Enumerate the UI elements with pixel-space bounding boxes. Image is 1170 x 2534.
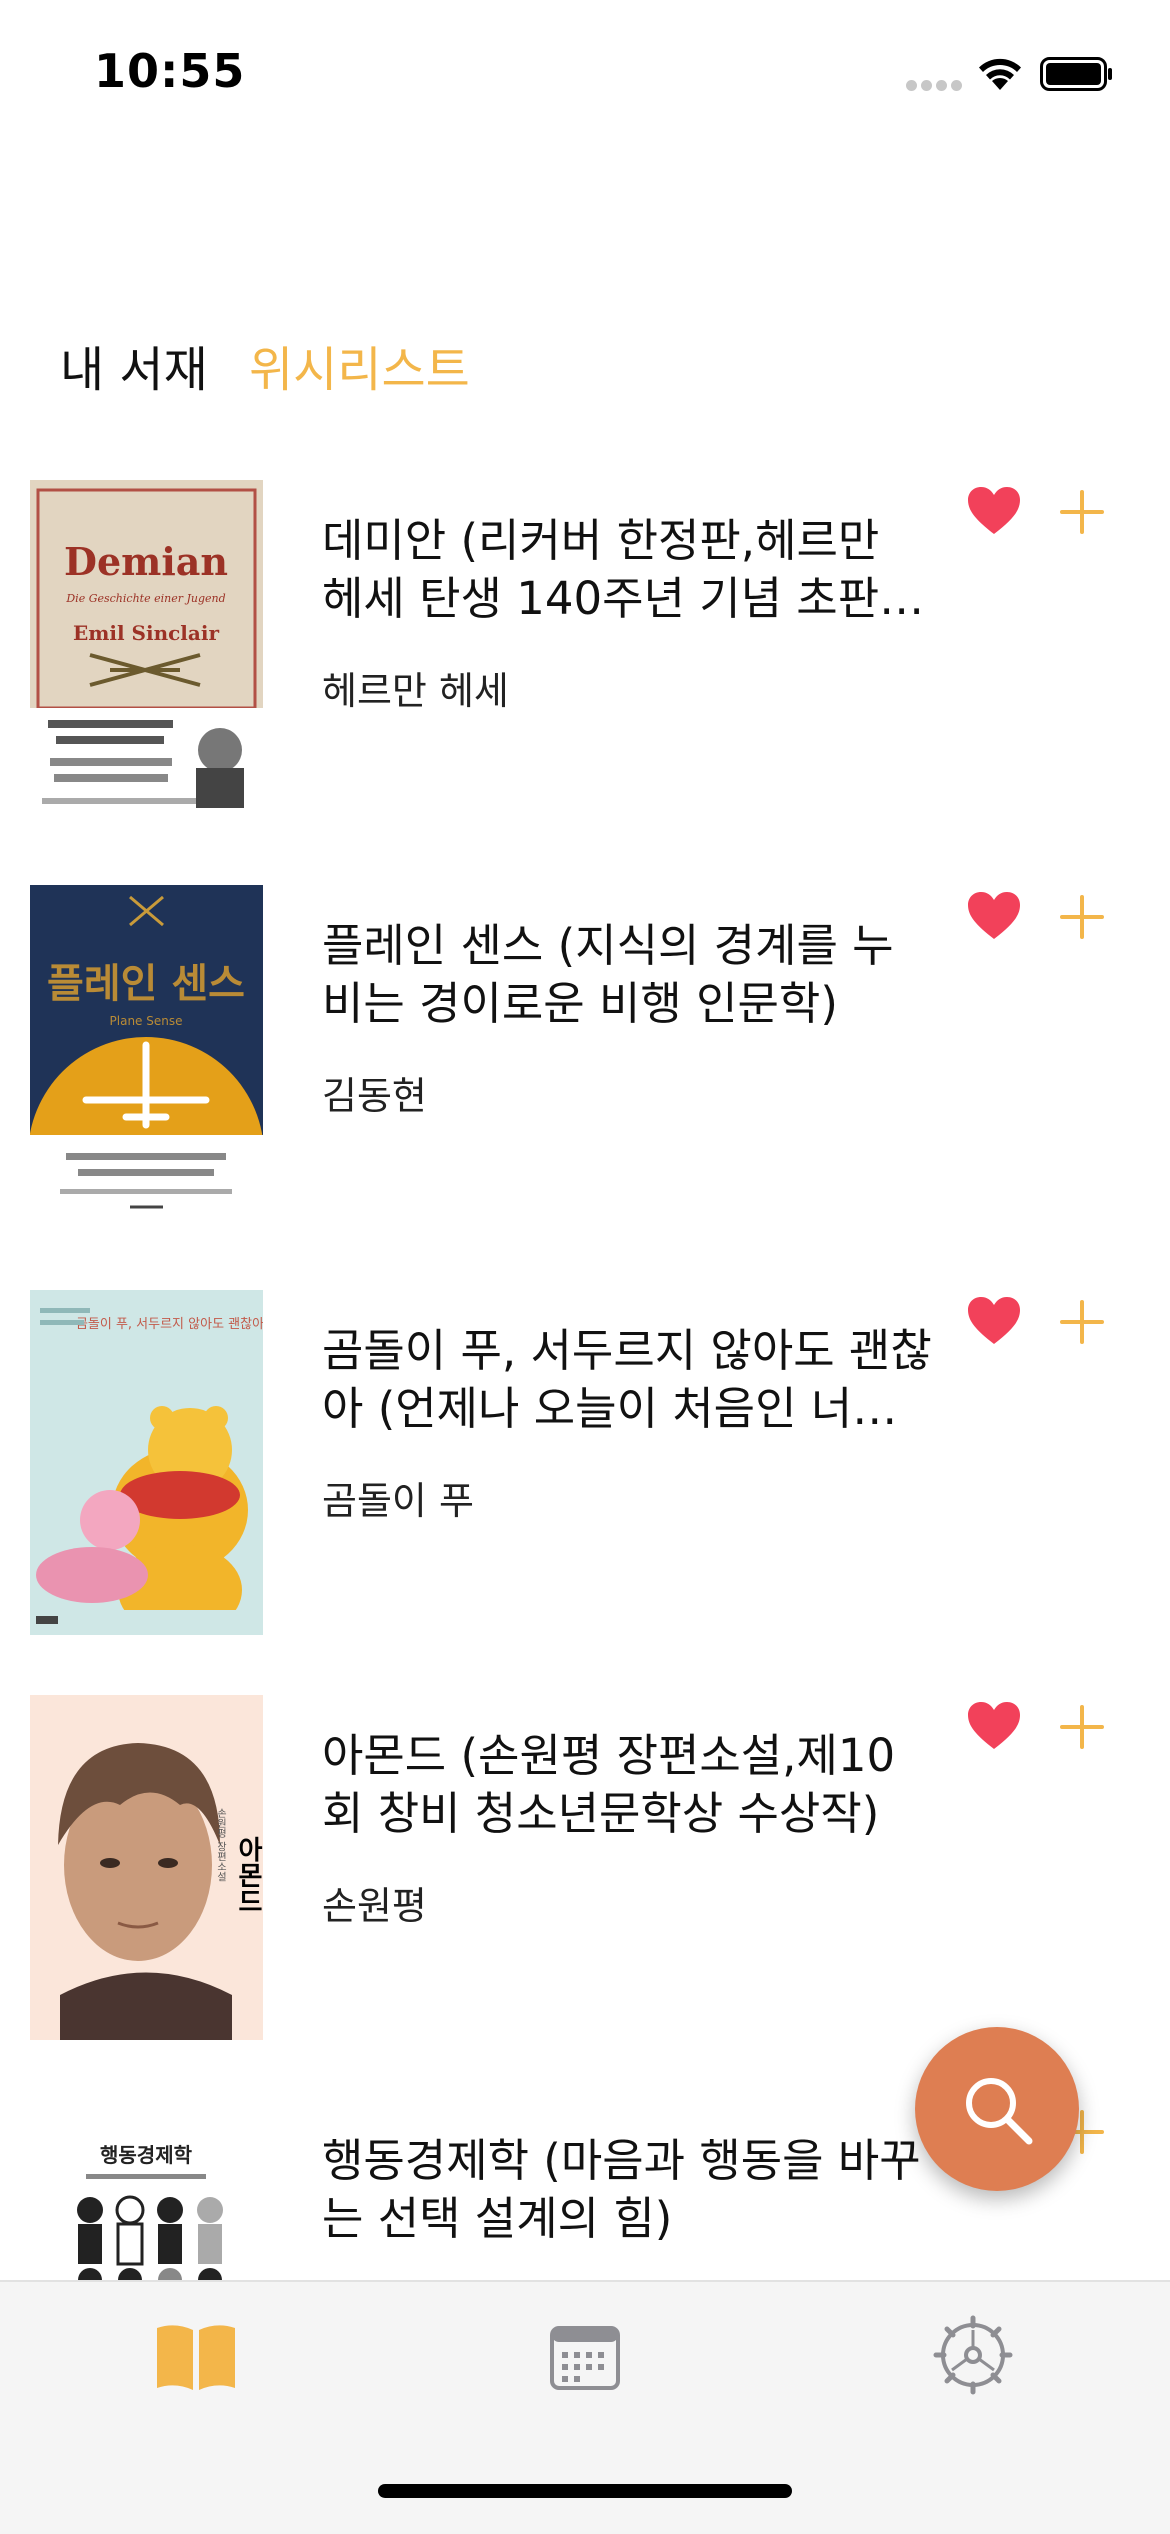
book-author: 김동현 bbox=[322, 1074, 427, 1118]
book-list-item[interactable]: Demian Die Geschichte einer Jugend Emil … bbox=[0, 480, 1170, 885]
gear-icon[interactable] bbox=[928, 2310, 1018, 2400]
book-title[interactable]: 곰돌이 푸, 서두르지 않아도 괜찮아 (언제나 오늘이 처음인 너에게) bbox=[322, 1322, 932, 1438]
book-cover-image: Demian Die Geschichte einer Jugend Emil … bbox=[30, 480, 263, 825]
book-cover-image: 플레인 센스 Plane Sense bbox=[30, 885, 263, 1230]
home-indicator bbox=[378, 2484, 792, 2498]
battery-icon bbox=[1040, 57, 1112, 91]
cover-title: 아몬드 bbox=[233, 1836, 263, 1914]
book-author: 헤르만 헤세 bbox=[322, 669, 509, 713]
book-title[interactable]: 플레인 센스 (지식의 경계를 누비는 경이로운 비행 인문학) bbox=[322, 917, 932, 1033]
book-list-item[interactable]: 플레인 센스 Plane Sense 플레인 센스 (지식의 경계를 누비는 경… bbox=[0, 885, 1170, 1290]
book-icon[interactable] bbox=[151, 2310, 241, 2400]
tab-wishlist[interactable]: 위시리스트 bbox=[249, 330, 470, 400]
cover-subtitle: Plane Sense bbox=[110, 1014, 183, 1028]
book-title[interactable]: 행동경제학 (마음과 행동을 바꾸는 선택 설계의 힘) bbox=[322, 2132, 932, 2248]
tab-my-library[interactable]: 내 서재 bbox=[60, 330, 208, 400]
heart-icon[interactable] bbox=[966, 1701, 1022, 1751]
add-plus-icon[interactable] bbox=[1056, 891, 1108, 943]
add-plus-icon[interactable] bbox=[1056, 486, 1108, 538]
cover-author: Emil Sinclair bbox=[73, 621, 219, 645]
add-plus-icon[interactable] bbox=[1056, 1296, 1108, 1348]
cover-title: 곰돌이 푸, 서두르지 않아도 괜찮아 bbox=[76, 1317, 263, 1332]
cover-title: 플레인 센스 bbox=[47, 961, 245, 1007]
cover-title: Demian bbox=[64, 539, 228, 584]
wishlist-book-list[interactable]: Demian Die Geschichte einer Jugend Emil … bbox=[0, 480, 1170, 2280]
heart-icon[interactable] bbox=[966, 486, 1022, 536]
heart-icon[interactable] bbox=[966, 891, 1022, 941]
cover-title: 행동경제학 bbox=[100, 2143, 193, 2167]
wifi-icon bbox=[979, 58, 1021, 90]
calendar-icon[interactable] bbox=[540, 2310, 630, 2400]
heart-icon[interactable] bbox=[966, 1296, 1022, 1346]
book-author: 손원평 bbox=[322, 1884, 427, 1928]
book-author: 곰돌이 푸 bbox=[322, 1479, 474, 1523]
book-cover-image: 곰돌이 푸, 서두르지 않아도 괜찮아 bbox=[30, 1290, 263, 1635]
cellular-signal-icon bbox=[906, 80, 962, 92]
search-button[interactable] bbox=[915, 2027, 1079, 2191]
cover-subtitle: 손원평 장편소설 bbox=[215, 1808, 227, 1881]
book-title[interactable]: 아몬드 (손원평 장편소설,제10회 창비 청소년문학상 수상작) bbox=[322, 1727, 932, 1843]
status-bar: 10:55 bbox=[0, 0, 1170, 150]
book-list-item[interactable]: 곰돌이 푸, 서두르지 않아도 괜찮아 곰돌이 푸, 서두르지 않아도 괜찮아 … bbox=[0, 1290, 1170, 1695]
add-plus-icon[interactable] bbox=[1056, 1701, 1108, 1753]
book-cover-image: 행동경제학 bbox=[30, 2100, 263, 2280]
search-icon bbox=[966, 2078, 1033, 2145]
status-time: 10:55 bbox=[94, 44, 246, 98]
book-title[interactable]: 데미안 (리커버 한정판,헤르만 헤세 탄생 140주년 기념 초판본 디자인) bbox=[322, 512, 932, 628]
cover-subtitle: Die Geschichte einer Jugend bbox=[65, 592, 225, 605]
book-cover-image: 아몬드 손원평 장편소설 bbox=[30, 1695, 263, 2040]
